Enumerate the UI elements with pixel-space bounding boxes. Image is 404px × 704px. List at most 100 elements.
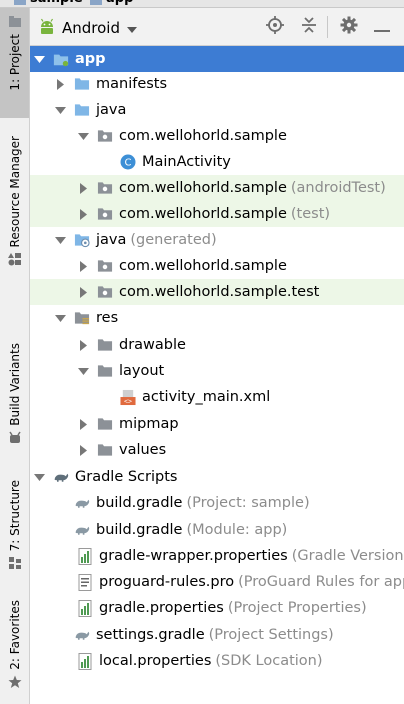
tree-item-label: build.gradle: [96, 495, 183, 511]
tree-item-package[interactable]: com.wellohorld.sample: [30, 123, 404, 149]
properties-file-icon: [77, 652, 93, 670]
project-header: Android: [30, 8, 404, 46]
android-icon: [38, 17, 56, 39]
resource-manager-icon: [7, 251, 23, 267]
tree-item-gradle-scripts[interactable]: Gradle Scripts: [30, 464, 404, 490]
collapsed-arrow-icon[interactable]: [77, 444, 89, 456]
tree-item-local-properties[interactable]: local.properties (SDK Location): [30, 648, 404, 674]
tree-item-res[interactable]: res: [30, 305, 404, 331]
star-icon: [7, 674, 23, 690]
collapsed-arrow-icon[interactable]: [77, 339, 89, 351]
tree-item-proguard[interactable]: proguard-rules.pro (ProGuard Rules for a…: [30, 569, 404, 595]
tree-item-hint: (test): [290, 206, 331, 222]
tree-item-label: drawable: [119, 337, 186, 353]
package-icon: [97, 180, 113, 196]
tree-item-java-generated[interactable]: java (generated): [30, 227, 404, 253]
folder-icon: [14, 0, 26, 5]
collapsed-arrow-icon[interactable]: [77, 182, 89, 194]
tree-item-generated-package[interactable]: com.wellohorld.sample: [30, 253, 404, 279]
folder-icon: [74, 102, 90, 118]
collapsed-arrow-icon[interactable]: [77, 418, 89, 430]
breadcrumb-child[interactable]: app: [90, 0, 133, 6]
tree-item-label: activity_main.xml: [142, 389, 271, 405]
tree-item-package-android-test[interactable]: com.wellohorld.sample (androidTest): [30, 175, 404, 201]
gradle-icon: [74, 495, 90, 511]
folder-icon: [97, 363, 113, 379]
tree-item-java[interactable]: java: [30, 97, 404, 123]
svg-text:<>: <>: [124, 397, 132, 405]
tree-item-label: app: [75, 51, 106, 67]
collapsed-arrow-icon[interactable]: [77, 208, 89, 220]
minimize-button[interactable]: [373, 18, 391, 36]
tree-item-manifests[interactable]: manifests: [30, 71, 404, 97]
expanded-arrow-icon[interactable]: [77, 365, 89, 377]
tree-item-label: Gradle Scripts: [75, 469, 178, 485]
svg-text:C: C: [125, 158, 132, 169]
tab-project[interactable]: 1: Project: [0, 8, 29, 118]
resources-folder-icon: [74, 310, 90, 326]
tab-project-label: 1: Project: [7, 34, 22, 91]
tree-item-label: build.gradle: [96, 522, 183, 538]
tree-item-gradle-wrapper[interactable]: gradle-wrapper.properties (Gradle Versio…: [30, 543, 404, 569]
collapsed-arrow-icon[interactable]: [77, 260, 89, 272]
tree-item-build-gradle-module[interactable]: build.gradle (Module: app): [30, 517, 404, 543]
tree-item-label: gradle-wrapper.properties: [99, 548, 288, 564]
tree-item-settings-gradle[interactable]: settings.gradle (Project Settings): [30, 622, 404, 648]
tree-item-package-test[interactable]: com.wellohorld.sample (test): [30, 201, 404, 227]
tab-build-variants[interactable]: Build Variants: [0, 343, 29, 458]
expanded-arrow-icon[interactable]: [54, 312, 66, 324]
tree-item-label: settings.gradle: [96, 627, 205, 643]
tree-item-label: local.properties: [99, 653, 212, 669]
breadcrumb-root-label: sample: [30, 0, 83, 6]
folder-icon: [97, 416, 113, 432]
chevron-down-icon: [126, 19, 138, 38]
tree-item-label: layout: [119, 363, 165, 379]
tree-item-generated-test-package[interactable]: com.wellohorld.sample.test: [30, 279, 404, 305]
tab-resource-manager[interactable]: Resource Manager: [0, 136, 29, 281]
view-selector[interactable]: Android: [38, 17, 138, 39]
tree-item-label: com.wellohorld.sample: [119, 180, 287, 196]
expanded-arrow-icon[interactable]: [33, 471, 45, 483]
breadcrumb: sample app: [0, 0, 404, 8]
collapsed-arrow-icon[interactable]: [77, 286, 89, 298]
tree-item-layout[interactable]: layout: [30, 358, 404, 384]
expanded-arrow-icon[interactable]: [54, 234, 66, 246]
tree-item-label: java: [96, 232, 127, 248]
settings-button[interactable]: [340, 16, 358, 38]
tree-item-hint: (Gradle Version): [291, 548, 404, 564]
collapsed-arrow-icon[interactable]: [54, 78, 66, 90]
folder-icon: [97, 442, 113, 458]
project-tree: app manifests java com.wellohorld.sample…: [30, 45, 404, 704]
folder-icon: [97, 337, 113, 353]
tree-item-values[interactable]: values: [30, 437, 404, 463]
view-selector-label: Android: [62, 19, 120, 37]
tree-item-build-gradle-project[interactable]: build.gradle (Project: sample): [30, 490, 404, 516]
class-icon: C: [120, 154, 136, 170]
tree-item-label: com.wellohorld.sample.test: [119, 284, 320, 300]
collapse-all-button[interactable]: [300, 17, 318, 36]
tree-item-mipmap[interactable]: mipmap: [30, 411, 404, 437]
project-icon: [7, 14, 23, 30]
tree-item-label: manifests: [96, 76, 168, 92]
locate-button[interactable]: [266, 16, 284, 36]
structure-icon: [7, 555, 23, 571]
tree-item-hint: (generated): [130, 232, 217, 248]
tree-item-main-activity[interactable]: C MainActivity: [30, 149, 404, 175]
build-variants-icon: [7, 430, 23, 446]
tree-item-drawable[interactable]: drawable: [30, 332, 404, 358]
tree-item-label: proguard-rules.pro: [99, 574, 235, 590]
gradle-icon: [53, 469, 69, 485]
expanded-arrow-icon[interactable]: [77, 130, 89, 142]
tab-build-variants-label: Build Variants: [7, 343, 22, 426]
expanded-arrow-icon[interactable]: [33, 53, 45, 65]
breadcrumb-child-label: app: [106, 0, 133, 6]
tree-item-app[interactable]: app: [30, 46, 404, 72]
expanded-arrow-icon[interactable]: [54, 104, 66, 116]
tab-structure[interactable]: 7: Structure: [0, 480, 29, 580]
tree-item-activity-main[interactable]: <> activity_main.xml: [30, 384, 404, 410]
breadcrumb-root[interactable]: sample: [14, 0, 83, 6]
tab-favorites[interactable]: 2: Favorites: [0, 600, 29, 700]
gear-icon: [340, 16, 358, 38]
tree-item-gradle-properties[interactable]: gradle.properties (Project Properties): [30, 595, 404, 621]
tree-item-hint: (androidTest): [290, 180, 386, 196]
